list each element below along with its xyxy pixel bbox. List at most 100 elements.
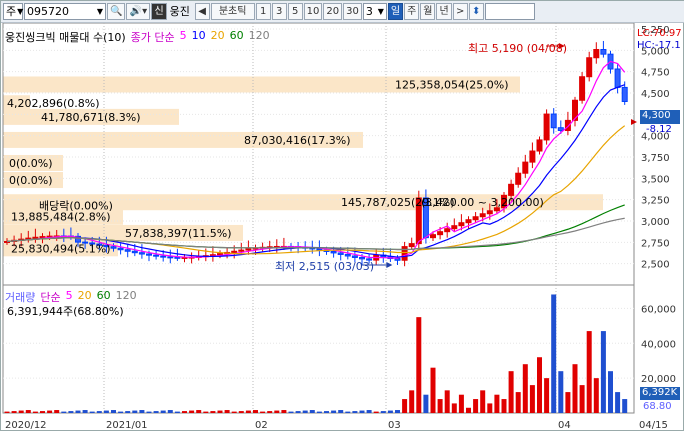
volume-bar: [529, 385, 535, 413]
credit-badge[interactable]: 신: [151, 3, 167, 20]
count-select[interactable]: 3 ▼: [362, 3, 387, 20]
volume-bar: [118, 411, 124, 413]
candle-body: [465, 219, 472, 224]
current-price-badge: 4,300: [640, 110, 680, 124]
candle-body: [124, 249, 131, 252]
volume-bar: [537, 357, 542, 413]
volume-bar: [373, 411, 379, 413]
y-tick-label: 2,750: [641, 238, 670, 249]
candle-body: [529, 150, 536, 163]
candle-body: [316, 248, 323, 251]
chart-window: 주 ▼ 095720 ▼ 🔍 🔊▾ 신 웅진 ◀ 분초틱 1 3 5 10 20 3…: [0, 0, 684, 431]
x-tick-label: 2021/01: [106, 420, 148, 431]
stock-code-value: 095720: [27, 5, 69, 18]
speaker-icon: 🔊▾: [129, 6, 148, 17]
candle-body: [600, 49, 607, 55]
chart-title: 웅진씽크빅 매물대 수(10): [5, 31, 126, 44]
volume-bar: [501, 399, 507, 413]
candle-body: [394, 258, 401, 261]
period-week[interactable]: 주: [404, 3, 420, 20]
ma-5: 5: [179, 29, 187, 42]
x-tick-label: 03: [388, 420, 401, 431]
y-tick-label: 2,500: [641, 260, 670, 271]
candle-body: [138, 252, 145, 255]
stock-code-input[interactable]: 095720 ▼: [24, 3, 106, 20]
candle-body: [146, 253, 152, 256]
volume-bar: [586, 331, 592, 413]
volume-bar: [68, 411, 74, 413]
interval-3[interactable]: 3: [271, 3, 287, 20]
interval-label[interactable]: 분초틱: [210, 3, 255, 20]
interval-10[interactable]: 10: [303, 3, 323, 20]
y-tick-label: 3,000: [641, 217, 670, 228]
volume-pct-label: 68.80: [643, 401, 672, 412]
y-tick-label: 3,250: [641, 196, 670, 207]
interval-1[interactable]: 1: [255, 3, 271, 20]
chart-svg: 2,5002,7503,0003,2503,5003,7504,0004,250…: [2, 23, 676, 431]
volume-bar: [508, 371, 514, 413]
volume-bar: [423, 394, 429, 413]
candle-body: [621, 86, 628, 102]
volume-bar: [309, 410, 315, 413]
candle-body: [472, 216, 479, 221]
candle-body: [39, 236, 46, 239]
extra-input[interactable]: [484, 3, 535, 20]
period-month[interactable]: 월: [420, 3, 436, 20]
high-annotation: 최고 5,190 (04/08): [468, 42, 568, 55]
candle-body: [579, 76, 586, 101]
volume-bar: [338, 410, 344, 413]
candle-body: [614, 68, 621, 88]
volume-bar: [345, 411, 351, 413]
volume-bar: [40, 411, 45, 413]
prev-arrow-icon[interactable]: ◀: [194, 3, 210, 20]
volume-bar: [387, 410, 393, 413]
volume-bar: [302, 410, 308, 413]
volume-bar: [494, 394, 500, 413]
candle-body: [486, 210, 493, 215]
low-annotation: 최저 2,515 (03/03): [275, 260, 375, 273]
interval-30[interactable]: 30: [343, 3, 362, 20]
volume-bar: [579, 385, 585, 413]
next-arrow[interactable]: >: [452, 3, 468, 20]
volume-bar: [231, 411, 237, 413]
x-tick-label: 02: [255, 420, 268, 431]
chevron-down-icon: ▼: [377, 7, 384, 16]
volume-bar: [572, 364, 578, 413]
candle-body: [337, 252, 344, 255]
interval-5[interactable]: 5: [287, 3, 303, 20]
volume-bar: [182, 411, 187, 413]
candle-body: [536, 139, 543, 152]
period-year[interactable]: 년: [436, 3, 452, 20]
volume-bar: [487, 403, 493, 413]
market-select[interactable]: 주 ▼: [3, 3, 23, 20]
volume-bar: [466, 407, 471, 413]
candle-body: [430, 234, 436, 239]
candle-body: [117, 247, 124, 251]
volume-bar: [380, 411, 386, 413]
volume-tick-label: 40,000: [641, 339, 676, 350]
search-button[interactable]: 🔍: [107, 3, 126, 20]
market-value: 주: [6, 5, 17, 18]
x-tick-label: 04/15: [639, 420, 668, 431]
interval-20[interactable]: 20: [323, 3, 343, 20]
volume-profile-label: 25,830,494(5.1%): [11, 242, 111, 255]
volume-profile-label: 41,780,671(8.3%): [41, 111, 141, 124]
candle-body: [458, 222, 465, 227]
volume-bar: [359, 410, 365, 413]
volume-tick-label: 60,000: [641, 304, 676, 315]
volume-bar: [608, 371, 613, 413]
period-day[interactable]: 일: [387, 3, 404, 20]
volume-bar: [274, 410, 280, 413]
lc-label: LC:70.97: [637, 28, 682, 39]
speaker-button[interactable]: 🔊▾: [126, 3, 151, 20]
candle-body: [543, 113, 550, 141]
volume-bar: [75, 410, 81, 413]
toolbar: 주 ▼ 095720 ▼ 🔍 🔊▾ 신 웅진 ◀ 분초틱 1 3 5 10 20 3…: [1, 1, 684, 23]
up-down-icon[interactable]: ⬍: [468, 3, 484, 20]
low-arrow-icon: [386, 262, 393, 268]
y-tick-label: 3,500: [641, 174, 670, 185]
volume-bar: [132, 410, 138, 413]
volume-bar: [125, 411, 131, 413]
candle-body: [153, 254, 160, 257]
volume-bar: [18, 410, 24, 413]
